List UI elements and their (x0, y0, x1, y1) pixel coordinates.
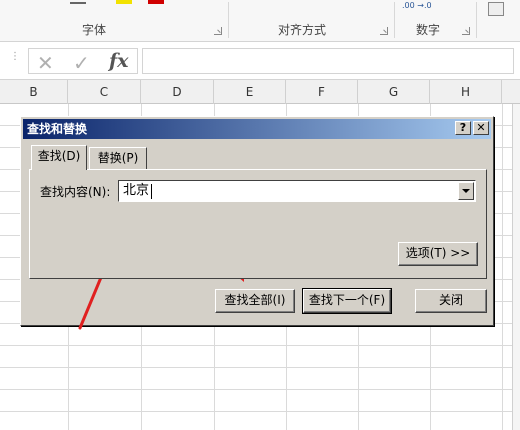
formula-input[interactable] (142, 48, 514, 74)
vertical-scrollbar[interactable] (512, 104, 520, 430)
chevron-down-icon[interactable] (458, 182, 474, 200)
column-header-h[interactable]: H (430, 80, 502, 104)
find-tab-panel: 查找内容(N): 北京 选项(T) >> (29, 169, 487, 279)
find-what-label: 查找内容(N): (40, 185, 111, 199)
ribbon-separator (476, 2, 477, 38)
font-color-icon[interactable] (148, 0, 164, 4)
highlight-color-icon[interactable] (116, 0, 132, 4)
ribbon-separator (394, 2, 395, 38)
find-replace-dialog: 查找和替换 ? ✕ 查找(D) 替换(P) 查找内容(N): 北京 选项(T) … (20, 116, 494, 326)
tab-replace[interactable]: 替换(P) (89, 147, 147, 169)
column-header-g[interactable]: G (358, 80, 430, 104)
column-header-f[interactable]: F (286, 80, 358, 104)
column-header-e[interactable]: E (214, 80, 286, 104)
styles-icon[interactable] (488, 2, 504, 16)
dialog-title: 查找和替换 (27, 122, 88, 136)
ribbon-fragment-icon (70, 2, 86, 4)
ribbon-group-font: 字体 (82, 23, 107, 37)
ribbon-separator (228, 2, 229, 38)
insert-function-icon[interactable]: fx (109, 50, 129, 72)
dialog-title-bar[interactable]: 查找和替换 ? ✕ (23, 119, 491, 139)
ribbon: 字体 对齐方式 .00 →.0 数字 (0, 0, 520, 42)
number-launcher-icon[interactable] (462, 27, 470, 35)
enter-icon[interactable]: ✓ (73, 51, 90, 75)
close-icon[interactable]: ✕ (473, 121, 489, 135)
grid-line (502, 104, 503, 430)
column-header-b[interactable]: B (0, 80, 68, 104)
font-launcher-icon[interactable] (214, 27, 222, 35)
column-header-c[interactable]: C (68, 80, 141, 104)
help-button[interactable]: ? (455, 121, 471, 135)
alignment-launcher-icon[interactable] (380, 27, 388, 35)
decimal-format-icon[interactable]: .00 →.0 (402, 1, 432, 10)
ribbon-group-alignment: 对齐方式 (278, 23, 327, 37)
options-button[interactable]: 选项(T) >> (398, 242, 478, 266)
tab-find[interactable]: 查找(D) (31, 145, 87, 170)
text-caret (151, 184, 152, 199)
ribbon-group-number: 数字 (416, 23, 441, 37)
column-header-d[interactable]: D (141, 80, 214, 104)
formula-bar: ⋮ ✕ ✓ fx (0, 42, 520, 80)
find-what-input[interactable]: 北京 (118, 180, 476, 202)
find-what-value: 北京 (123, 183, 150, 198)
cancel-icon[interactable]: ✕ (37, 51, 54, 75)
formula-bar-buttons: ✕ ✓ fx (28, 48, 138, 75)
close-button[interactable]: 关闭 (415, 289, 487, 313)
find-all-button[interactable]: 查找全部(I) (215, 289, 295, 313)
grip-icon: ⋮ (10, 51, 20, 62)
find-next-button[interactable]: 查找下一个(F) (302, 288, 392, 314)
column-header-row: B C D E F G H (0, 80, 520, 104)
